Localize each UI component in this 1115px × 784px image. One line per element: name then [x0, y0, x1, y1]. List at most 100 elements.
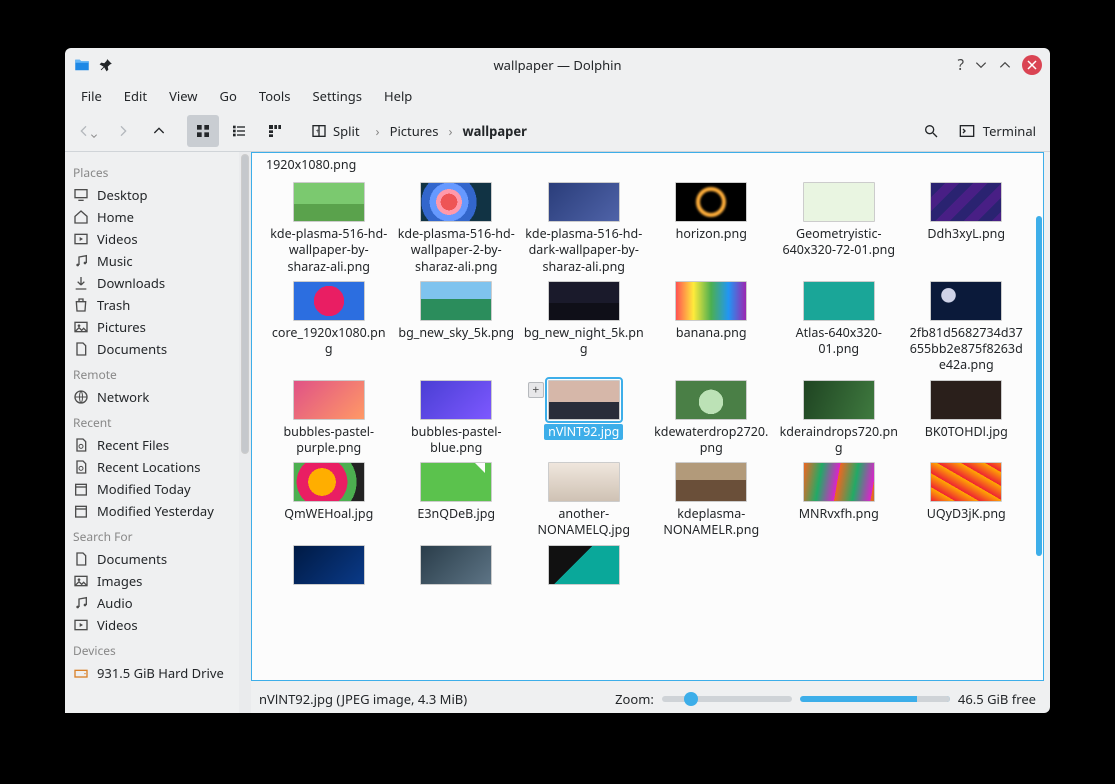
file-item[interactable]: 2fb81d5682734d37655bb2e875f8263de42a.png — [904, 279, 1030, 376]
content-scrollbar[interactable] — [1033, 176, 1043, 680]
file-grid[interactable]: kde-plasma-516-hd-wallpaper-by-sharaz-al… — [252, 176, 1043, 591]
sidebar-item-images[interactable]: Images — [65, 570, 239, 592]
file-item[interactable]: Atlas-640x320-01.png — [776, 279, 902, 376]
file-item[interactable]: kderaindrops720.png — [776, 378, 902, 459]
chevron-right-icon: › — [448, 122, 452, 140]
file-view: 1920x1080.png kde-plasma-516-hd-wallpape… — [251, 152, 1044, 681]
file-item[interactable]: Geometryistic-640x320-72-01.png — [776, 180, 902, 277]
file-item[interactable] — [394, 543, 520, 587]
file-item[interactable]: kdewaterdrop2720.png — [649, 378, 775, 459]
file-item[interactable]: bg_new_sky_5k.png — [394, 279, 520, 376]
sidebar-item-recent-files[interactable]: Recent Files — [65, 434, 239, 456]
up-button[interactable] — [143, 115, 175, 147]
document-icon — [73, 551, 89, 567]
sidebar-item-documents[interactable]: Documents — [65, 548, 239, 570]
drive-icon — [73, 665, 89, 681]
sidebar-item-videos[interactable]: Videos — [65, 228, 239, 250]
file-item[interactable]: Ddh3xyL.png — [904, 180, 1030, 277]
network-icon — [73, 389, 89, 405]
file-item[interactable]: UQyD3jK.png — [904, 460, 1030, 541]
sidebar-item-documents[interactable]: Documents — [65, 338, 239, 360]
sidebar-item-downloads[interactable]: Downloads — [65, 272, 239, 294]
back-button[interactable] — [71, 115, 103, 147]
sidebar-header: Remote — [65, 360, 239, 386]
sidebar-item-trash[interactable]: Trash — [65, 294, 239, 316]
file-label: 2fb81d5682734d37655bb2e875f8263de42a.png — [906, 325, 1026, 374]
menu-go[interactable]: Go — [210, 84, 247, 108]
sidebar-item-modified-today[interactable]: Modified Today — [65, 478, 239, 500]
menu-edit[interactable]: Edit — [114, 84, 157, 108]
split-button[interactable]: + Split — [303, 115, 368, 147]
file-label: QmWEHoal.jpg — [284, 506, 373, 522]
file-thumbnail — [803, 380, 875, 420]
picture-icon — [73, 319, 89, 335]
file-item[interactable]: kde-plasma-516-hd-wallpaper-by-sharaz-al… — [266, 180, 392, 277]
file-item[interactable]: bg_new_night_5k.png — [521, 279, 647, 376]
menu-file[interactable]: File — [71, 84, 112, 108]
forward-button[interactable] — [107, 115, 139, 147]
crumb-pictures[interactable]: Pictures — [388, 120, 441, 142]
sidebar-item-home[interactable]: Home — [65, 206, 239, 228]
file-item[interactable]: kde-plasma-516-hd-dark-wallpaper-by-shar… — [521, 180, 647, 277]
minimize-icon[interactable] — [974, 58, 988, 72]
details-view-button[interactable] — [259, 115, 291, 147]
file-item[interactable]: bubbles-pastel-purple.png — [266, 378, 392, 459]
file-item[interactable]: kde-plasma-516-hd-wallpaper-2-by-sharaz-… — [394, 180, 520, 277]
close-button[interactable] — [1022, 55, 1042, 75]
icon-view-button[interactable] — [187, 115, 219, 147]
terminal-button[interactable]: Terminal — [951, 115, 1044, 147]
file-item[interactable]: bubbles-pastel-blue.png — [394, 378, 520, 459]
file-item[interactable]: kdeplasma-NONAMELR.png — [649, 460, 775, 541]
file-label: E3nQDeB.jpg — [417, 506, 495, 522]
file-item[interactable]: core_1920x1080.png — [266, 279, 392, 376]
file-item[interactable]: QmWEHoal.jpg — [266, 460, 392, 541]
breadcrumb[interactable]: › Pictures › wallpaper — [376, 120, 529, 142]
file-item[interactable]: banana.png — [649, 279, 775, 376]
file-item[interactable]: +nVlNT92.jpg — [521, 378, 647, 459]
file-item[interactable] — [521, 543, 647, 587]
menu-settings[interactable]: Settings — [303, 84, 372, 108]
sidebar-item-videos[interactable]: Videos — [65, 614, 239, 636]
sidebar-item-network[interactable]: Network — [65, 386, 239, 408]
sidebar-item-modified-yesterday[interactable]: Modified Yesterday — [65, 500, 239, 522]
file-label: Atlas-640x320-01.png — [779, 325, 899, 358]
file-label: MNRvxfh.png — [799, 506, 879, 522]
sidebar-item-931-5-gib-hard-drive[interactable]: 931.5 GiB Hard Drive — [65, 662, 239, 684]
sidebar-item-label: 931.5 GiB Hard Drive — [97, 664, 224, 682]
file-item[interactable]: horizon.png — [649, 180, 775, 277]
sidebar-item-label: Recent Locations — [97, 458, 200, 476]
file-item[interactable]: MNRvxfh.png — [776, 460, 902, 541]
sidebar-item-desktop[interactable]: Desktop — [65, 184, 239, 206]
places-panel: PlacesDesktopHomeVideosMusicDownloadsTra… — [65, 152, 239, 713]
file-thumbnail — [293, 380, 365, 420]
crumb-wallpaper[interactable]: wallpaper — [460, 120, 528, 142]
selection-plus-icon[interactable]: + — [528, 382, 544, 398]
sidebar-scrollbar[interactable] — [239, 152, 251, 713]
pin-icon[interactable] — [99, 58, 113, 72]
file-item[interactable]: E3nQDeB.jpg — [394, 460, 520, 541]
file-thumbnail — [293, 182, 365, 222]
desktop-icon — [73, 187, 89, 203]
sidebar-item-pictures[interactable]: Pictures — [65, 316, 239, 338]
menu-tools[interactable]: Tools — [249, 84, 301, 108]
file-item[interactable] — [266, 543, 392, 587]
maximize-icon[interactable] — [998, 58, 1012, 72]
sidebar-header: Search For — [65, 522, 239, 548]
sidebar-item-recent-locations[interactable]: Recent Locations — [65, 456, 239, 478]
menu-view[interactable]: View — [159, 84, 207, 108]
file-item[interactable]: BK0TOHDl.jpg — [904, 378, 1030, 459]
zoom-slider[interactable] — [662, 696, 792, 702]
document-icon — [73, 341, 89, 357]
url-info: 1920x1080.png — [252, 153, 1043, 176]
sidebar-item-music[interactable]: Music — [65, 250, 239, 272]
search-button[interactable] — [915, 115, 947, 147]
sidebar-item-label: Recent Files — [97, 436, 169, 454]
menu-help[interactable]: Help — [374, 84, 422, 108]
file-item[interactable]: another-NONAMELQ.jpg — [521, 460, 647, 541]
file-thumbnail — [420, 182, 492, 222]
sidebar-item-audio[interactable]: Audio — [65, 592, 239, 614]
zoom-label: Zoom: — [615, 690, 654, 708]
file-thumbnail — [420, 281, 492, 321]
help-icon[interactable]: ? — [957, 55, 964, 75]
compact-view-button[interactable] — [223, 115, 255, 147]
